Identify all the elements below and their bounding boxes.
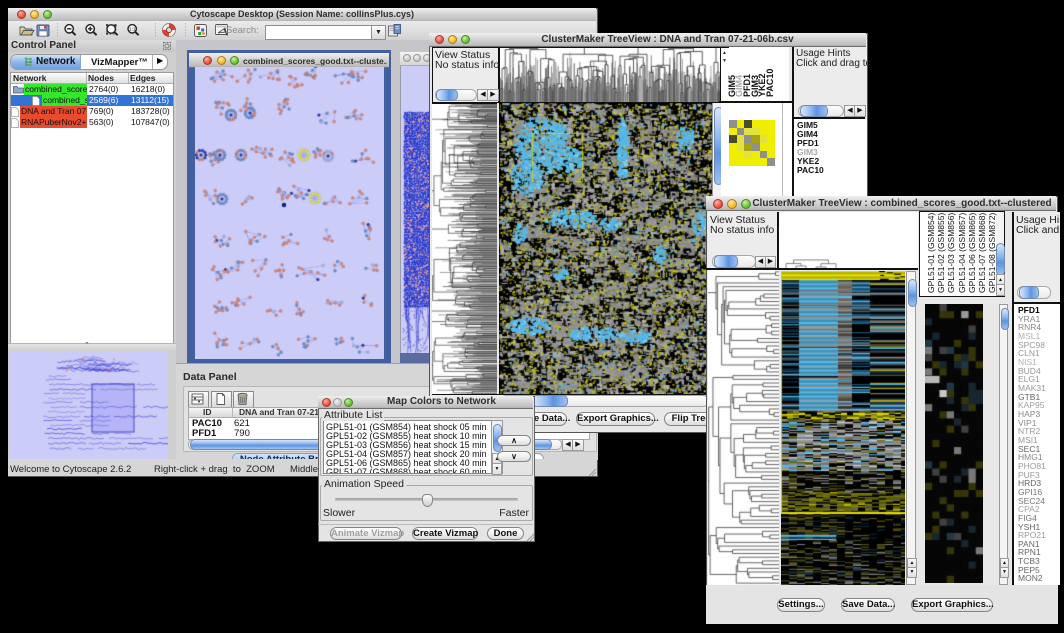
svg-text:1:1: 1:1 xyxy=(129,27,136,32)
svg-text:Search:: Search: xyxy=(226,25,259,36)
